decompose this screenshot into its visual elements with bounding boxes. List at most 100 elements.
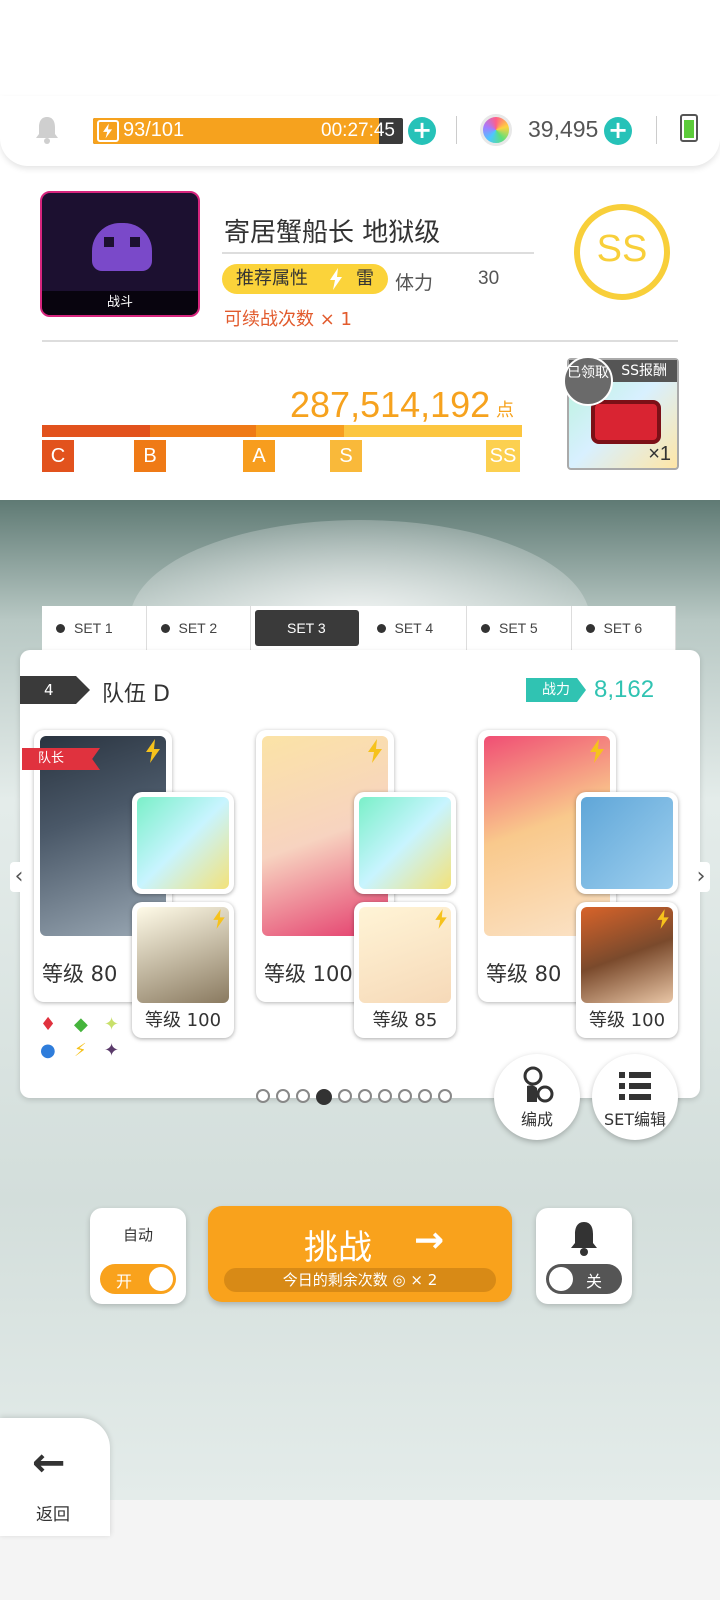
score-progress-bar	[42, 425, 522, 437]
add-stamina-button[interactable]: +	[408, 117, 436, 145]
stamina-cost-value: 30	[478, 268, 500, 289]
character-level: 等级 100	[264, 962, 353, 986]
sub-character-card[interactable]: 等级 100	[576, 902, 678, 1038]
pager-dot[interactable]	[418, 1089, 432, 1103]
wand-icon	[359, 797, 451, 889]
formation-label: 编成	[520, 1110, 553, 1129]
tab-set-6[interactable]: SET 6	[572, 606, 676, 650]
challenge-label: 挑战	[304, 1228, 372, 1268]
reward-quantity: ×1	[648, 443, 671, 465]
tab-set-2[interactable]: SET 2	[147, 606, 251, 650]
thunder-icon	[368, 739, 382, 763]
notify-toggle-state: 关	[586, 1272, 603, 1291]
tab-set-3[interactable]: SET 3	[255, 610, 359, 646]
tab-set-1[interactable]: SET 1	[42, 606, 147, 650]
rank-mark-a: A	[243, 440, 275, 472]
sub-character-card[interactable]: 等级 85	[354, 902, 456, 1038]
crab-boss-image	[92, 223, 152, 271]
auto-toggle-state: 开	[116, 1272, 133, 1291]
reward-box[interactable]: SS报酬 ×1 已领取	[563, 356, 679, 470]
leader-badge: 队长	[22, 748, 100, 770]
bolt-icon	[97, 120, 119, 142]
wind-icon: ◆	[74, 1014, 88, 1035]
sub-character-level: 等级 100	[144, 1010, 222, 1031]
attribute-label: 推荐属性	[236, 268, 308, 289]
pager-dot[interactable]	[316, 1089, 332, 1105]
pager-dot[interactable]	[338, 1089, 352, 1103]
auto-label: 自动	[122, 1226, 153, 1244]
character-level: 等级 80	[486, 962, 562, 986]
element-chart: ♦ ◆ ✦ ● ⚡ ✦	[30, 1012, 120, 1072]
remaining-count: × 2	[410, 1271, 438, 1289]
stamina-value: 93/101	[123, 119, 185, 141]
claimed-badge: 已领取	[563, 356, 613, 406]
prev-team-arrow[interactable]: ‹	[10, 862, 28, 892]
team-panel: 4 队伍 D 战力 8,162 等级 80 队长 等级 100 等级 100 等…	[20, 650, 700, 1098]
power-value: 8,162	[594, 676, 655, 703]
add-gems-button[interactable]: +	[604, 117, 632, 145]
stage-thumb-label: 战斗	[42, 291, 198, 315]
rank-text: SS	[596, 228, 648, 270]
retry-count: 可续战次数 × 1	[224, 309, 352, 330]
pager-dot[interactable]	[276, 1089, 290, 1103]
sub-character-card[interactable]: 等级 100	[132, 902, 234, 1038]
thunder-icon	[146, 739, 160, 763]
fire-icon: ♦	[40, 1014, 57, 1035]
pager-dot[interactable]	[296, 1089, 310, 1103]
divider	[656, 116, 657, 144]
light-icon: ✦	[104, 1014, 120, 1035]
thunder-icon	[435, 909, 447, 929]
toggle-knob	[149, 1267, 173, 1291]
pager-dot[interactable]	[378, 1089, 392, 1103]
toggle-knob	[549, 1267, 573, 1291]
tab-set-4[interactable]: SET 4	[363, 606, 467, 650]
attribute-element: 雷	[356, 268, 374, 289]
bell-icon	[571, 1222, 597, 1256]
set-edit-button[interactable]: SET编辑	[592, 1054, 678, 1140]
pager-dot[interactable]	[358, 1089, 372, 1103]
sub-character-level: 等级 100	[588, 1010, 666, 1031]
notify-toggle[interactable]: 关	[546, 1264, 622, 1294]
set-edit-label: SET编辑	[603, 1110, 667, 1129]
thunder-icon	[330, 268, 342, 290]
stamina-bar: 93/101 00:27:45	[93, 118, 403, 144]
auto-toggle[interactable]: 开	[100, 1264, 176, 1294]
arrow-right-icon: →	[414, 1220, 445, 1261]
book-icon	[581, 797, 673, 889]
battery-icon	[680, 114, 698, 142]
tab-set-5[interactable]: SET 5	[467, 606, 572, 650]
arrow-left-icon: ←	[32, 1440, 66, 1486]
challenge-button[interactable]: 挑战 → 今日的剩余次数 ◎ × 2	[208, 1206, 512, 1302]
team-number: 4	[20, 676, 90, 704]
pager-dot[interactable]	[438, 1089, 452, 1103]
thunder-icon: ⚡	[74, 1040, 87, 1061]
next-team-arrow[interactable]: ›	[692, 862, 710, 892]
character-level: 等级 80	[42, 962, 118, 986]
status-bar: 93/101 00:27:45 + 39,495 +	[0, 96, 720, 166]
person-gear-icon	[523, 1066, 554, 1103]
remaining-attempts: 今日的剩余次数 ◎ × 2	[224, 1268, 496, 1292]
divider	[456, 116, 457, 144]
stamina-cost-label: 体力	[395, 272, 434, 294]
rank-mark-b: B	[134, 440, 166, 472]
score-unit: 点	[496, 400, 514, 421]
formation-button[interactable]: 编成	[494, 1054, 580, 1140]
stage-thumbnail[interactable]: 战斗	[40, 191, 200, 317]
stamina-timer: 00:27:45	[321, 120, 395, 141]
weapon-card[interactable]	[132, 792, 234, 894]
water-icon: ●	[40, 1040, 56, 1061]
thunder-icon	[657, 909, 669, 929]
ticket-icon: ◎	[392, 1271, 406, 1289]
weapon-card[interactable]	[576, 792, 678, 894]
progress-segment-a	[256, 425, 344, 437]
dark-icon: ✦	[104, 1040, 120, 1061]
weapon-card[interactable]	[354, 792, 456, 894]
pager-dot[interactable]	[256, 1089, 270, 1103]
rank-mark-c: C	[42, 440, 74, 472]
pager-dot[interactable]	[398, 1089, 412, 1103]
back-button[interactable]: ← 返回	[0, 1418, 110, 1536]
score-value: 287,514,192	[290, 384, 491, 425]
bell-icon[interactable]	[33, 114, 61, 144]
staff-icon	[137, 797, 229, 889]
divider	[42, 340, 678, 342]
